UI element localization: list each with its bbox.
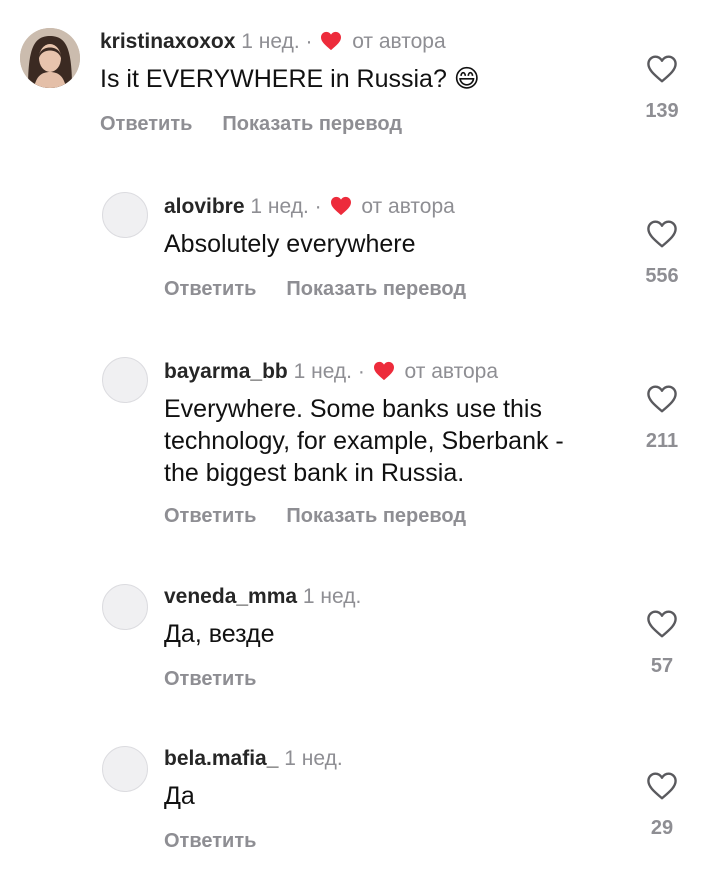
comment-time: 1 нед. (293, 360, 352, 383)
reply-button[interactable]: Ответить (164, 505, 256, 527)
separator-dot: · (305, 30, 313, 53)
username[interactable]: alovibre (164, 195, 245, 218)
show-translation-button[interactable]: Показать перевод (286, 278, 466, 300)
comment-item: kristinaxoxox 1 нед. · от автора Is it E… (0, 0, 715, 150)
comment-text: Да (164, 782, 195, 810)
like-count: 29 (650, 817, 674, 839)
comment-actions: Ответить Показать перевод (164, 504, 466, 528)
show-translation-button[interactable]: Показать перевод (286, 505, 466, 527)
comment-time: 1 нед. (250, 195, 309, 218)
heart-outline-icon[interactable] (646, 609, 678, 639)
like-count: 57 (650, 655, 674, 677)
comment-item: bela.mafia_ 1 нед. Да Ответить 29 (0, 722, 715, 894)
comment-text: Да, везде (164, 620, 275, 648)
heart-outline-icon[interactable] (646, 54, 678, 84)
comment-meta: bela.mafia_ 1 нед. (164, 747, 343, 771)
heart-filled-icon (330, 196, 351, 216)
avatar[interactable] (20, 28, 80, 88)
username[interactable]: bela.mafia_ (164, 747, 278, 770)
comment-text: Everywhere. Some banks use this technolo… (164, 395, 564, 487)
heart-filled-icon (373, 361, 394, 381)
heart-outline-icon[interactable] (646, 219, 678, 249)
avatar[interactable] (102, 192, 148, 238)
separator-dot: · (357, 360, 365, 383)
comment-time: 1 нед. (302, 585, 362, 608)
like-count: 139 (645, 100, 679, 122)
comment-actions: Ответить (164, 829, 256, 853)
like-column: 556 (627, 219, 697, 288)
comment-item: veneda_mma 1 нед. Да, везде Ответить 57 (0, 560, 715, 710)
like-column: 57 (627, 609, 697, 678)
comment-time: 1 нед. (284, 747, 343, 770)
username[interactable]: kristinaxoxox (100, 30, 235, 53)
heart-outline-icon[interactable] (646, 384, 678, 414)
heart-filled-icon (321, 31, 342, 51)
author-like-label: от автора (404, 360, 498, 383)
separator-dot: · (314, 195, 322, 218)
comment-text: Is it EVERYWHERE in Russia? 😄 (100, 65, 480, 93)
comment-time: 1 нед. (241, 30, 300, 53)
comment-item: alovibre 1 нед. · от автора Absolutely e… (0, 170, 715, 320)
username[interactable]: veneda_mma (164, 585, 297, 608)
username[interactable]: bayarma_bb (164, 360, 288, 383)
comment-meta: kristinaxoxox 1 нед. · от автора (100, 30, 446, 54)
show-translation-button[interactable]: Показать перевод (222, 113, 402, 135)
like-count: 556 (645, 265, 679, 287)
comment-item: bayarma_bb 1 нед. · от автора Everywhere… (0, 335, 715, 545)
avatar[interactable] (102, 584, 148, 630)
heart-outline-icon[interactable] (646, 771, 678, 801)
comment-text: Absolutely everywhere (164, 230, 416, 258)
comment-actions: Ответить Показать перевод (164, 277, 466, 301)
reply-button[interactable]: Ответить (164, 668, 256, 690)
author-like-label: от автора (361, 195, 455, 218)
like-column: 29 (627, 771, 697, 840)
reply-button[interactable]: Ответить (164, 830, 256, 852)
avatar[interactable] (102, 746, 148, 792)
avatar[interactable] (102, 357, 148, 403)
author-like-label: от автора (352, 30, 446, 53)
comment-meta: bayarma_bb 1 нед. · от автора (164, 360, 498, 384)
reply-button[interactable]: Ответить (164, 278, 256, 300)
comment-meta: veneda_mma 1 нед. (164, 585, 361, 609)
like-count: 211 (645, 430, 679, 452)
like-column: 211 (627, 384, 697, 453)
comment-meta: alovibre 1 нед. · от автора (164, 195, 455, 219)
like-column: 139 (627, 54, 697, 123)
reply-button[interactable]: Ответить (100, 113, 192, 135)
comment-actions: Ответить (164, 667, 256, 691)
comment-actions: Ответить Показать перевод (100, 112, 402, 136)
